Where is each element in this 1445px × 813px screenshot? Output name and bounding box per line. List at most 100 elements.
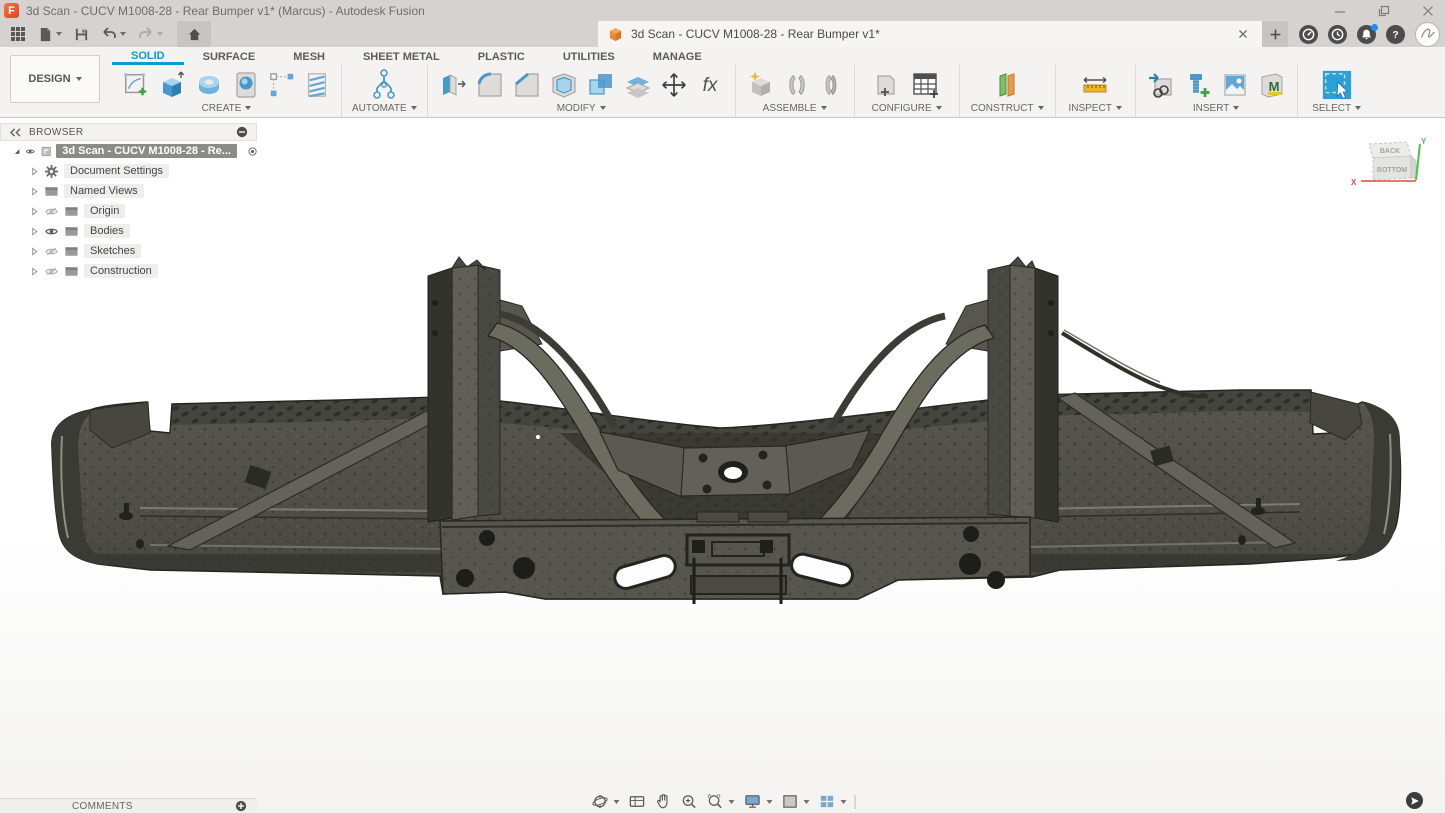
fit-icon[interactable] — [705, 792, 735, 811]
create-dropdown[interactable]: CREATE — [202, 102, 252, 114]
pan-icon[interactable] — [653, 792, 672, 811]
comments-bar[interactable]: COMMENTS — [0, 798, 257, 813]
window-maximize-button[interactable] — [1377, 4, 1391, 18]
expand-closed-icon[interactable] — [30, 207, 39, 216]
help-icon[interactable]: ? — [1386, 25, 1405, 44]
browser-item-construction[interactable]: Construction — [30, 261, 257, 281]
joint-icon[interactable] — [783, 70, 811, 100]
browser-item-sketches[interactable]: Sketches — [30, 241, 257, 261]
item-label[interactable]: Bodies — [84, 224, 130, 238]
move-copy-icon[interactable] — [660, 71, 688, 99]
browser-header[interactable]: BROWSER — [0, 123, 257, 141]
configuration-table-icon[interactable] — [909, 70, 941, 100]
display-settings-icon[interactable] — [742, 792, 773, 811]
visibility-off-icon[interactable] — [44, 204, 59, 219]
modify-dropdown[interactable]: MODIFY — [557, 102, 606, 114]
extensions-icon[interactable] — [1299, 25, 1318, 44]
fillet-icon[interactable] — [475, 70, 505, 100]
new-tab-button[interactable] — [1262, 21, 1288, 47]
expand-closed-icon[interactable] — [30, 247, 39, 256]
insert-derive-icon[interactable] — [1146, 70, 1176, 100]
insert-mcmaster-icon[interactable]: M — [1257, 70, 1287, 100]
browser-item-origin[interactable]: Origin — [30, 201, 257, 221]
insert-fastener-icon[interactable] — [1183, 70, 1213, 100]
document-tab[interactable]: 3d Scan - CUCV M1008-28 - Rear Bumper v1… — [598, 21, 1262, 47]
browser-item-bodies[interactable]: Bodies — [30, 221, 257, 241]
tab-manage[interactable]: MANAGE — [634, 50, 721, 65]
workspace-selector[interactable]: DESIGN — [10, 55, 100, 103]
visibility-eye-icon[interactable] — [44, 224, 59, 239]
tab-utilities[interactable]: UTILITIES — [544, 50, 634, 65]
add-comment-icon[interactable] — [235, 800, 247, 812]
expand-open-icon[interactable] — [14, 147, 20, 156]
browser-root-row[interactable]: 3d Scan - CUCV M1008-28 - Re... — [14, 141, 257, 161]
revolve-icon[interactable] — [194, 70, 224, 100]
select-dropdown[interactable]: SELECT — [1312, 102, 1361, 114]
zoom-icon[interactable] — [679, 792, 698, 811]
notifications-bell-icon[interactable] — [1357, 25, 1376, 44]
visibility-eye-icon[interactable] — [25, 144, 35, 159]
view-cube[interactable]: BACK BOTTOM Y X — [1349, 134, 1433, 203]
file-menu-button[interactable] — [34, 22, 66, 46]
root-component-label[interactable]: 3d Scan - CUCV M1008-28 - Re... — [56, 144, 237, 158]
undo-button[interactable] — [97, 22, 130, 46]
item-label[interactable]: Document Settings — [64, 164, 169, 178]
redo-button[interactable] — [134, 22, 167, 46]
expand-closed-icon[interactable] — [30, 227, 39, 236]
tab-plastic[interactable]: PLASTIC — [459, 50, 544, 65]
extrude-icon[interactable] — [157, 70, 187, 100]
recent-clock-icon[interactable] — [1328, 25, 1347, 44]
chamfer-icon[interactable] — [512, 70, 542, 100]
configuration-icon[interactable] — [872, 70, 902, 100]
multi-viewport-icon[interactable] — [817, 792, 847, 811]
offset-face-icon[interactable] — [623, 70, 653, 100]
save-button[interactable] — [70, 22, 93, 46]
browser-collapse-icon[interactable] — [9, 128, 22, 137]
expand-closed-icon[interactable] — [30, 187, 39, 196]
pattern-icon[interactable] — [268, 70, 296, 100]
shell-icon[interactable] — [549, 70, 579, 100]
activate-component-radio[interactable] — [248, 145, 257, 158]
expand-closed-icon[interactable] — [30, 267, 39, 276]
combine-icon[interactable] — [586, 70, 616, 100]
configure-dropdown[interactable]: CONFIGURE — [872, 102, 942, 114]
app-launcher-grid-icon[interactable] — [6, 22, 30, 46]
create-sketch-icon[interactable] — [122, 70, 150, 100]
user-avatar[interactable] — [1415, 22, 1440, 47]
look-at-icon[interactable] — [627, 792, 646, 811]
tab-sheet-metal[interactable]: SHEET METAL — [344, 50, 459, 65]
assemble-dropdown[interactable]: ASSEMBLE — [763, 102, 827, 114]
coil-icon[interactable] — [303, 70, 331, 100]
browser-item-document-settings[interactable]: Document Settings — [30, 161, 257, 181]
expand-closed-icon[interactable] — [30, 167, 39, 176]
send-feedback-button[interactable] — [1406, 792, 1423, 809]
browser-minimize-icon[interactable] — [236, 126, 248, 138]
construction-plane-icon[interactable] — [992, 69, 1022, 101]
tab-surface[interactable]: SURFACE — [184, 50, 275, 65]
item-label[interactable]: Named Views — [64, 184, 144, 198]
automate-dropdown[interactable]: AUTOMATE — [352, 102, 417, 114]
window-minimize-button[interactable] — [1333, 4, 1347, 18]
tab-solid[interactable]: SOLID — [112, 49, 184, 65]
change-parameters-fx-icon[interactable]: fx — [695, 70, 725, 100]
tab-close-icon[interactable] — [1234, 25, 1252, 43]
item-label[interactable]: Origin — [84, 204, 125, 218]
canvas-image-icon[interactable] — [1220, 70, 1250, 100]
visibility-off-icon[interactable] — [44, 244, 59, 259]
home-view-button[interactable] — [177, 21, 211, 47]
select-icon[interactable] — [1321, 69, 1353, 101]
construct-dropdown[interactable]: CONSTRUCT — [971, 102, 1044, 114]
orbit-icon[interactable] — [590, 792, 620, 811]
visibility-off-icon[interactable] — [44, 264, 59, 279]
window-close-button[interactable] — [1421, 4, 1435, 18]
insert-dropdown[interactable]: INSERT — [1193, 102, 1240, 114]
press-pull-icon[interactable] — [438, 70, 468, 100]
rigid-group-icon[interactable] — [818, 70, 844, 100]
measure-icon[interactable] — [1079, 70, 1111, 100]
inspect-dropdown[interactable]: INSPECT — [1068, 102, 1121, 114]
tab-mesh[interactable]: MESH — [274, 50, 344, 65]
automate-icon[interactable] — [367, 68, 401, 102]
single-viewport-icon[interactable] — [780, 792, 810, 811]
browser-item-named-views[interactable]: Named Views — [30, 181, 257, 201]
new-component-icon[interactable] — [746, 70, 776, 100]
